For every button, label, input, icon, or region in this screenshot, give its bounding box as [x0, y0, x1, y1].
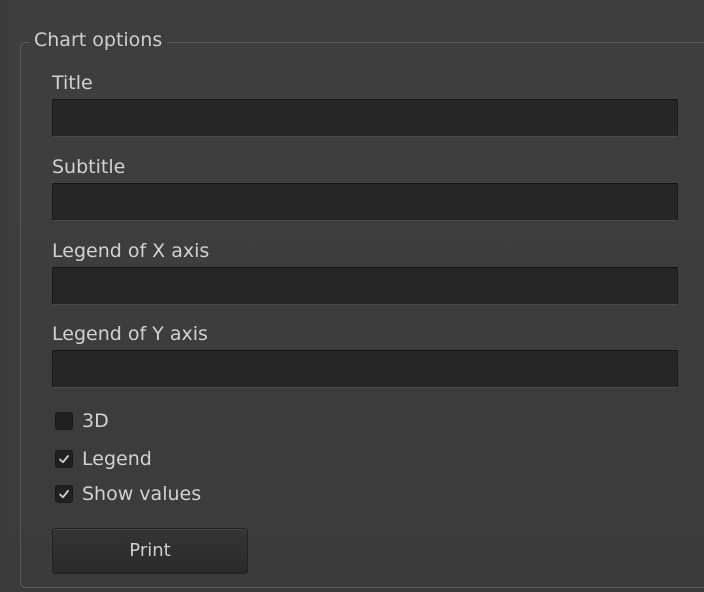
show-values-label: Show values	[82, 483, 202, 505]
three-d-option[interactable]: 3D	[55, 408, 109, 434]
subtitle-label: Subtitle	[52, 156, 126, 178]
show-values-checkbox[interactable]	[55, 485, 73, 503]
show-values-option[interactable]: Show values	[55, 481, 201, 507]
legend-checkbox[interactable]	[55, 450, 73, 468]
title-input[interactable]	[52, 99, 678, 137]
x-axis-legend-label: Legend of X axis	[52, 240, 210, 262]
y-axis-legend-input[interactable]	[52, 350, 678, 388]
checkmark-icon	[59, 490, 69, 499]
y-axis-legend-label: Legend of Y axis	[52, 323, 208, 345]
subtitle-input[interactable]	[52, 183, 678, 221]
legend-option[interactable]: Legend	[55, 446, 152, 472]
x-axis-legend-input[interactable]	[52, 267, 678, 305]
checkmark-icon	[59, 455, 69, 464]
title-label: Title	[52, 72, 93, 94]
print-button[interactable]: Print	[52, 528, 248, 574]
three-d-label: 3D	[82, 410, 109, 432]
chart-options-panel: Chart options Title Subtitle Legend of X…	[0, 0, 704, 592]
group-title: Chart options	[30, 29, 169, 51]
three-d-checkbox[interactable]	[55, 412, 73, 430]
legend-label: Legend	[82, 448, 152, 470]
panel-edge	[0, 0, 8, 592]
